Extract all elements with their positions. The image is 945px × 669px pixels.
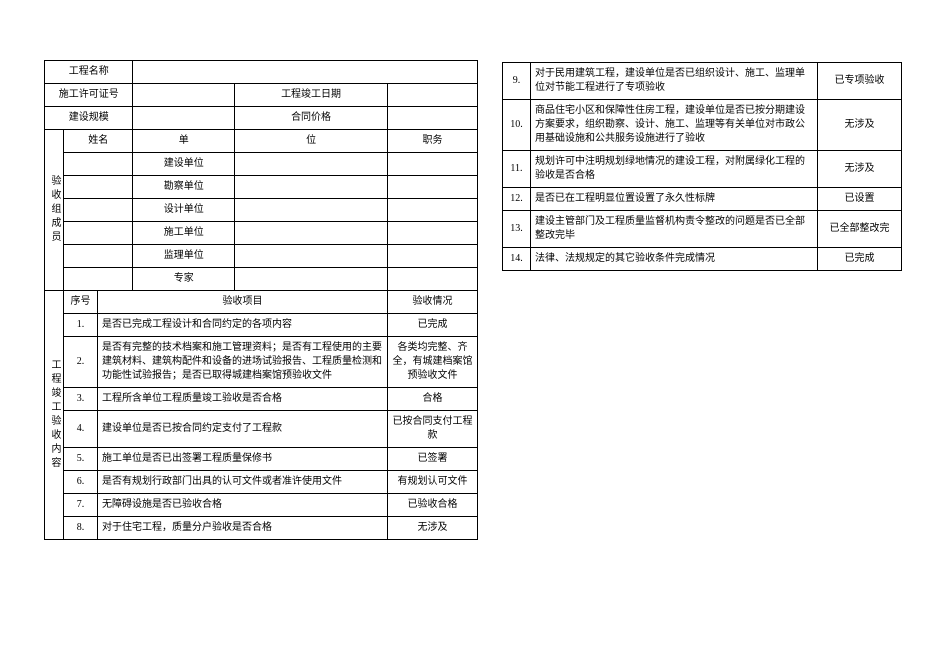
row-6-status: 有规划认可文件	[388, 471, 478, 494]
row-13-status: 已全部整改完	[818, 211, 902, 248]
row-4-no: 4.	[64, 411, 98, 448]
row-6-item: 是否有规划行政部门出具的认可文件或者准许使用文件	[98, 471, 388, 494]
row-2-item: 是否有完整的技术档案和施工管理资料；是否有工程使用的主要建筑材料、建筑构配件和设…	[98, 337, 388, 388]
row-1-status: 已完成	[388, 314, 478, 337]
continuation-table: 9. 对于民用建筑工程，建设单位是否已组织设计、施工、监理单位对节能工程进行了专…	[502, 62, 902, 271]
member-name-3	[64, 199, 133, 222]
permit-no-value	[133, 84, 235, 107]
col-seq: 序号	[64, 291, 98, 314]
col-unit-1: 单	[133, 130, 235, 153]
row-14-no: 14.	[503, 248, 531, 271]
row-14-status: 已完成	[818, 248, 902, 271]
member-name-1	[64, 153, 133, 176]
row-10-status: 无涉及	[818, 100, 902, 151]
row-5-item: 施工单位是否已出签署工程质量保修书	[98, 448, 388, 471]
member-unit-1: 建设单位	[133, 153, 235, 176]
contract-price-value	[388, 107, 478, 130]
member-title-4	[388, 222, 478, 245]
member-unit-ext-5	[235, 245, 388, 268]
permit-no-label: 施工许可证号	[45, 84, 133, 107]
row-7-item: 无障碍设施是否已验收合格	[98, 494, 388, 517]
member-title-3	[388, 199, 478, 222]
row-11-no: 11.	[503, 151, 531, 188]
row-9-no: 9.	[503, 63, 531, 100]
col-item: 验收项目	[98, 291, 388, 314]
row-4-status: 已按合同支付工程款	[388, 411, 478, 448]
row-2-status: 各类均完整、齐全，有城建档案馆预验收文件	[388, 337, 478, 388]
expert-unit: 专家	[133, 268, 235, 291]
member-title-5	[388, 245, 478, 268]
member-unit-5: 监理单位	[133, 245, 235, 268]
member-unit-ext-4	[235, 222, 388, 245]
member-unit-ext-1	[235, 153, 388, 176]
row-2-no: 2.	[64, 337, 98, 388]
row-14-item: 法律、法规规定的其它验收条件完成情况	[531, 248, 818, 271]
row-10-item: 商品住宅小区和保障性住房工程，建设单位是否已按分期建设方案要求，组织勘察、设计、…	[531, 100, 818, 151]
row-12-no: 12.	[503, 188, 531, 211]
row-3-item: 工程所含单位工程质量竣工验收是否合格	[98, 388, 388, 411]
row-1-item: 是否已完成工程设计和合同约定的各项内容	[98, 314, 388, 337]
project-name-label: 工程名称	[45, 61, 133, 84]
col-name: 姓名	[64, 130, 133, 153]
row-12-status: 已设置	[818, 188, 902, 211]
row-13-item: 建设主管部门及工程质量监督机构责令整改的问题是否已全部整改完毕	[531, 211, 818, 248]
scale-label: 建设规模	[45, 107, 133, 130]
row-4-item: 建设单位是否已按合同约定支付了工程款	[98, 411, 388, 448]
member-title-2	[388, 176, 478, 199]
main-form-table: 工程名称 施工许可证号 工程竣工日期 建设规模 合同价格 验收组成员 姓名 单 …	[44, 60, 478, 540]
col-status: 验收情况	[388, 291, 478, 314]
row-3-no: 3.	[64, 388, 98, 411]
expert-title	[388, 268, 478, 291]
scale-value	[133, 107, 235, 130]
row-7-no: 7.	[64, 494, 98, 517]
completion-date-value	[388, 84, 478, 107]
project-name-value	[133, 61, 478, 84]
row-8-no: 8.	[64, 517, 98, 540]
row-11-item: 规划许可中注明规划绿地情况的建设工程，对附属绿化工程的验收是否合格	[531, 151, 818, 188]
acceptance-content-side-label: 工程竣工验收内容	[45, 291, 64, 540]
member-unit-ext-2	[235, 176, 388, 199]
row-9-item: 对于民用建筑工程，建设单位是否已组织设计、施工、监理单位对节能工程进行了专项验收	[531, 63, 818, 100]
row-7-status: 已验收合格	[388, 494, 478, 517]
row-12-item: 是否已在工程明显位置设置了永久性标牌	[531, 188, 818, 211]
completion-date-label: 工程竣工日期	[235, 84, 388, 107]
row-5-status: 已签署	[388, 448, 478, 471]
expert-unit-ext	[235, 268, 388, 291]
row-5-no: 5.	[64, 448, 98, 471]
col-title: 职务	[388, 130, 478, 153]
member-unit-2: 勘察单位	[133, 176, 235, 199]
contract-price-label: 合同价格	[235, 107, 388, 130]
col-unit-2: 位	[235, 130, 388, 153]
row-13-no: 13.	[503, 211, 531, 248]
row-10-no: 10.	[503, 100, 531, 151]
member-name-4	[64, 222, 133, 245]
member-unit-ext-3	[235, 199, 388, 222]
member-title-1	[388, 153, 478, 176]
row-8-item: 对于住宅工程，质量分户验收是否合格	[98, 517, 388, 540]
row-9-status: 已专项验收	[818, 63, 902, 100]
row-6-no: 6.	[64, 471, 98, 494]
expert-name	[64, 268, 133, 291]
row-11-status: 无涉及	[818, 151, 902, 188]
member-name-5	[64, 245, 133, 268]
member-unit-3: 设计单位	[133, 199, 235, 222]
row-1-no: 1.	[64, 314, 98, 337]
member-unit-4: 施工单位	[133, 222, 235, 245]
row-8-status: 无涉及	[388, 517, 478, 540]
member-name-2	[64, 176, 133, 199]
row-3-status: 合格	[388, 388, 478, 411]
acceptance-group-side-label: 验收组成员	[45, 130, 64, 291]
